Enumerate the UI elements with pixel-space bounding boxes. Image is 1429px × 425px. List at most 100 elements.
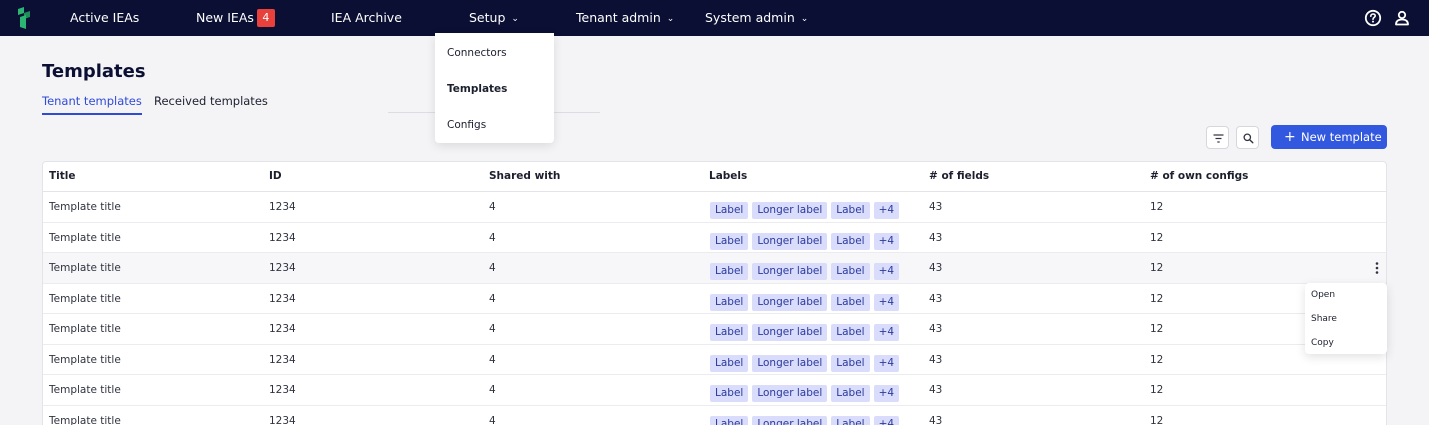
table-row[interactable]: Template title 1234 4 43 12 Label Longer label… <box>43 344 1386 375</box>
column-header-shared-with[interactable]: Shared with <box>489 170 560 182</box>
search-icon <box>1243 133 1254 144</box>
table-row[interactable]: Template title 1234 4 43 12 Label Longer label… <box>43 375 1386 406</box>
more-labels-chip[interactable]: +4 <box>873 232 900 250</box>
setup-menu-templates[interactable]: Templates <box>447 83 507 95</box>
user-icon[interactable] <box>1393 9 1411 27</box>
nav-tenant-admin[interactable]: Tenant admin ⌄ <box>576 0 674 36</box>
filter-button[interactable] <box>1206 126 1229 149</box>
label-chip: Longer label <box>752 232 828 250</box>
cell-labels: Label Longer label Label +4 <box>710 290 903 311</box>
label-chip: Longer label <box>752 324 828 341</box>
table-row[interactable]: Template title 1234 4 43 12 Label Longer label… <box>43 314 1386 345</box>
nav-new-ieas-label: New IEAs <box>196 10 254 25</box>
row-menu-copy[interactable]: Copy <box>1311 338 1334 348</box>
tab-tenant-templates[interactable]: Tenant templates <box>42 94 142 115</box>
nav-active-ieas[interactable]: Active IEAs <box>70 0 139 36</box>
column-header-title[interactable]: Title <box>49 170 76 182</box>
label-chip: Label <box>831 293 870 311</box>
nav-active-ieas-label: Active IEAs <box>70 10 140 25</box>
app-logo-icon[interactable] <box>14 7 34 29</box>
cell-shared-with: 4 <box>489 292 496 305</box>
cell-fields: 43 <box>929 231 943 244</box>
more-labels-chip[interactable]: +4 <box>873 202 900 219</box>
column-header-fields[interactable]: # of fields <box>929 170 989 182</box>
label-chip: Label <box>710 293 749 311</box>
cell-shared-with: 4 <box>489 323 496 335</box>
help-icon[interactable] <box>1364 9 1382 27</box>
column-header-id[interactable]: ID <box>269 170 282 182</box>
nav-system-admin-label: System admin <box>705 10 795 25</box>
label-chip: Longer label <box>752 263 828 280</box>
cell-title: Template title <box>49 384 121 396</box>
cell-id: 1234 <box>269 292 296 305</box>
cell-labels: Label Longer label Label +4 <box>710 198 903 219</box>
more-labels-chip[interactable]: +4 <box>873 293 900 311</box>
column-header-own-configs[interactable]: # of own configs <box>1150 170 1248 182</box>
cell-title: Template title <box>49 414 121 425</box>
cell-labels: Label Longer label Label +4 <box>710 351 903 372</box>
table-row[interactable]: Template title 1234 4 43 12 Label Longer label… <box>43 253 1386 284</box>
label-chip: Label <box>831 324 870 341</box>
more-actions-icon[interactable] <box>1374 261 1380 275</box>
plus-icon: + <box>1284 129 1296 145</box>
label-chip: Label <box>710 202 749 219</box>
chevron-down-icon: ⌄ <box>511 14 519 24</box>
row-menu-open[interactable]: Open <box>1311 290 1335 300</box>
cell-id: 1234 <box>269 414 296 425</box>
setup-menu-configs[interactable]: Configs <box>447 119 486 131</box>
more-labels-chip[interactable]: +4 <box>873 385 900 402</box>
cell-id: 1234 <box>269 323 296 335</box>
tab-received-templates[interactable]: Received templates <box>154 94 268 113</box>
cell-own-configs: 12 <box>1150 384 1164 396</box>
nav-system-admin[interactable]: System admin ⌄ <box>705 0 808 36</box>
table-row[interactable]: Template title 1234 4 43 12 Label Longer label… <box>43 192 1386 223</box>
nav-setup[interactable]: Setup ⌄ <box>469 0 519 36</box>
search-button[interactable] <box>1236 126 1259 149</box>
new-template-button[interactable]: + New template <box>1271 125 1387 149</box>
more-labels-chip[interactable]: +4 <box>873 354 900 372</box>
label-chip: Label <box>831 415 870 425</box>
setup-menu-connectors[interactable]: Connectors <box>447 47 507 59</box>
new-ieas-count-badge: 4 <box>256 9 275 27</box>
nav-setup-label: Setup <box>469 10 506 25</box>
label-chip: Label <box>710 354 749 372</box>
label-chip: Label <box>710 415 749 425</box>
label-chip: Label <box>831 263 870 280</box>
setup-dropdown-menu: Connectors Templates Configs <box>435 33 554 143</box>
cell-fields: 43 <box>929 262 943 274</box>
cell-labels: Label Longer label Label +4 <box>710 259 903 280</box>
label-chip: Label <box>831 354 870 372</box>
label-chip: Label <box>831 232 870 250</box>
nav-tenant-admin-label: Tenant admin <box>576 10 661 25</box>
label-chip: Label <box>710 263 749 280</box>
cell-shared-with: 4 <box>489 262 496 274</box>
table-row[interactable]: Template title 1234 4 43 12 Label Longer label… <box>43 405 1386 425</box>
nav-new-ieas[interactable]: New IEAs 4 <box>196 0 275 36</box>
top-navbar: Active IEAs New IEAs 4 IEA Archive Setup ⌄… <box>0 0 1429 36</box>
table-header: Title ID Shared with Labels # of fields … <box>43 162 1386 192</box>
row-menu-share[interactable]: Share <box>1311 314 1337 324</box>
cell-title: Template title <box>49 262 121 274</box>
cell-own-configs: 12 <box>1150 292 1164 305</box>
column-header-labels[interactable]: Labels <box>709 170 747 182</box>
table-row[interactable]: Template title 1234 4 43 12 Label Longer label… <box>43 283 1386 314</box>
cell-shared-with: 4 <box>489 353 496 366</box>
filter-icon <box>1213 134 1224 143</box>
cell-labels: Label Longer label Label +4 <box>710 412 903 425</box>
nav-iea-archive[interactable]: IEA Archive <box>331 0 402 36</box>
chevron-down-icon: ⌄ <box>800 14 809 24</box>
page-title: Templates <box>42 61 146 82</box>
cell-own-configs: 12 <box>1150 201 1164 213</box>
more-labels-chip[interactable]: +4 <box>873 263 900 280</box>
label-chip: Longer label <box>752 293 828 311</box>
cell-id: 1234 <box>269 353 296 366</box>
table-row[interactable]: Template title 1234 4 43 12 Label Longer label… <box>43 222 1386 253</box>
cell-id: 1234 <box>269 231 296 244</box>
label-chip: Longer label <box>752 415 828 425</box>
cell-id: 1234 <box>269 384 296 396</box>
label-chip: Longer label <box>752 202 828 219</box>
more-labels-chip[interactable]: +4 <box>873 415 900 425</box>
cell-title: Template title <box>49 292 121 305</box>
templates-table: Title ID Shared with Labels # of fields … <box>42 161 1387 425</box>
more-labels-chip[interactable]: +4 <box>873 324 900 341</box>
